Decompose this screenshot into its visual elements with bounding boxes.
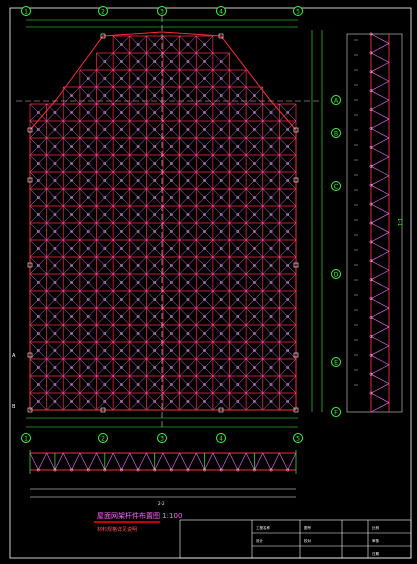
axis-bubble: 5: [293, 433, 303, 443]
axis-label: B: [334, 131, 338, 138]
axis-label: F: [334, 410, 338, 417]
axis-bubble: 2: [98, 433, 108, 443]
axis-bubble: 2: [98, 6, 108, 16]
axis-label: 4: [219, 436, 223, 443]
axis-bubble: 4: [216, 433, 226, 443]
axis-bubble: C: [331, 181, 341, 191]
axis-label: E: [334, 360, 338, 367]
axis-label: 3: [160, 436, 164, 443]
title-cell: 校对: [304, 538, 312, 543]
axis-bubble: 3: [157, 433, 167, 443]
axis-label: 5: [296, 436, 300, 443]
axis-label: 5: [296, 9, 300, 16]
axis-bubble: 1: [21, 433, 31, 443]
axis-bubble: 4: [216, 6, 226, 16]
title-cell: 审核: [372, 538, 380, 543]
axis-label: C: [334, 184, 338, 191]
canvas-background: [0, 0, 417, 564]
drawing-title: 屋面网架杆件布置图 1:100: [97, 511, 182, 520]
title-cell: 设计: [256, 538, 264, 543]
axis-bubble: B: [331, 128, 341, 138]
axis-bubble: A: [331, 95, 341, 105]
structural-drawing: 1 2 3 4 5 1 2 3 4 5 A B C D E F A B 1-1: [0, 0, 417, 564]
axis-bubble: 5: [293, 6, 303, 16]
title-cell: 比例: [372, 525, 380, 530]
axis-bubble: 1: [21, 6, 31, 16]
title-cell: 工程名称: [256, 525, 270, 530]
axis-label: 4: [219, 9, 223, 16]
axis-bubble: D: [331, 269, 341, 279]
drawing-subtitle: 材料规格详见说明: [97, 526, 137, 533]
left-marker-label: B: [12, 404, 16, 410]
axis-label: 3: [160, 9, 164, 16]
axis-label: 1: [24, 9, 28, 16]
axis-bubble: E: [331, 357, 341, 367]
left-marker-label: A: [12, 353, 16, 359]
axis-bubble: F: [331, 407, 341, 417]
section-label: 1-1: [396, 218, 402, 226]
elevation-label: 2-2: [158, 501, 165, 506]
title-cell: 图号: [304, 525, 312, 530]
axis-label: D: [334, 272, 339, 279]
axis-bubble: 3: [157, 6, 167, 16]
axis-label: 2: [101, 436, 105, 443]
axis-label: 2: [101, 9, 105, 16]
title-cell: 日期: [372, 551, 380, 556]
axis-label: 1: [24, 436, 28, 443]
